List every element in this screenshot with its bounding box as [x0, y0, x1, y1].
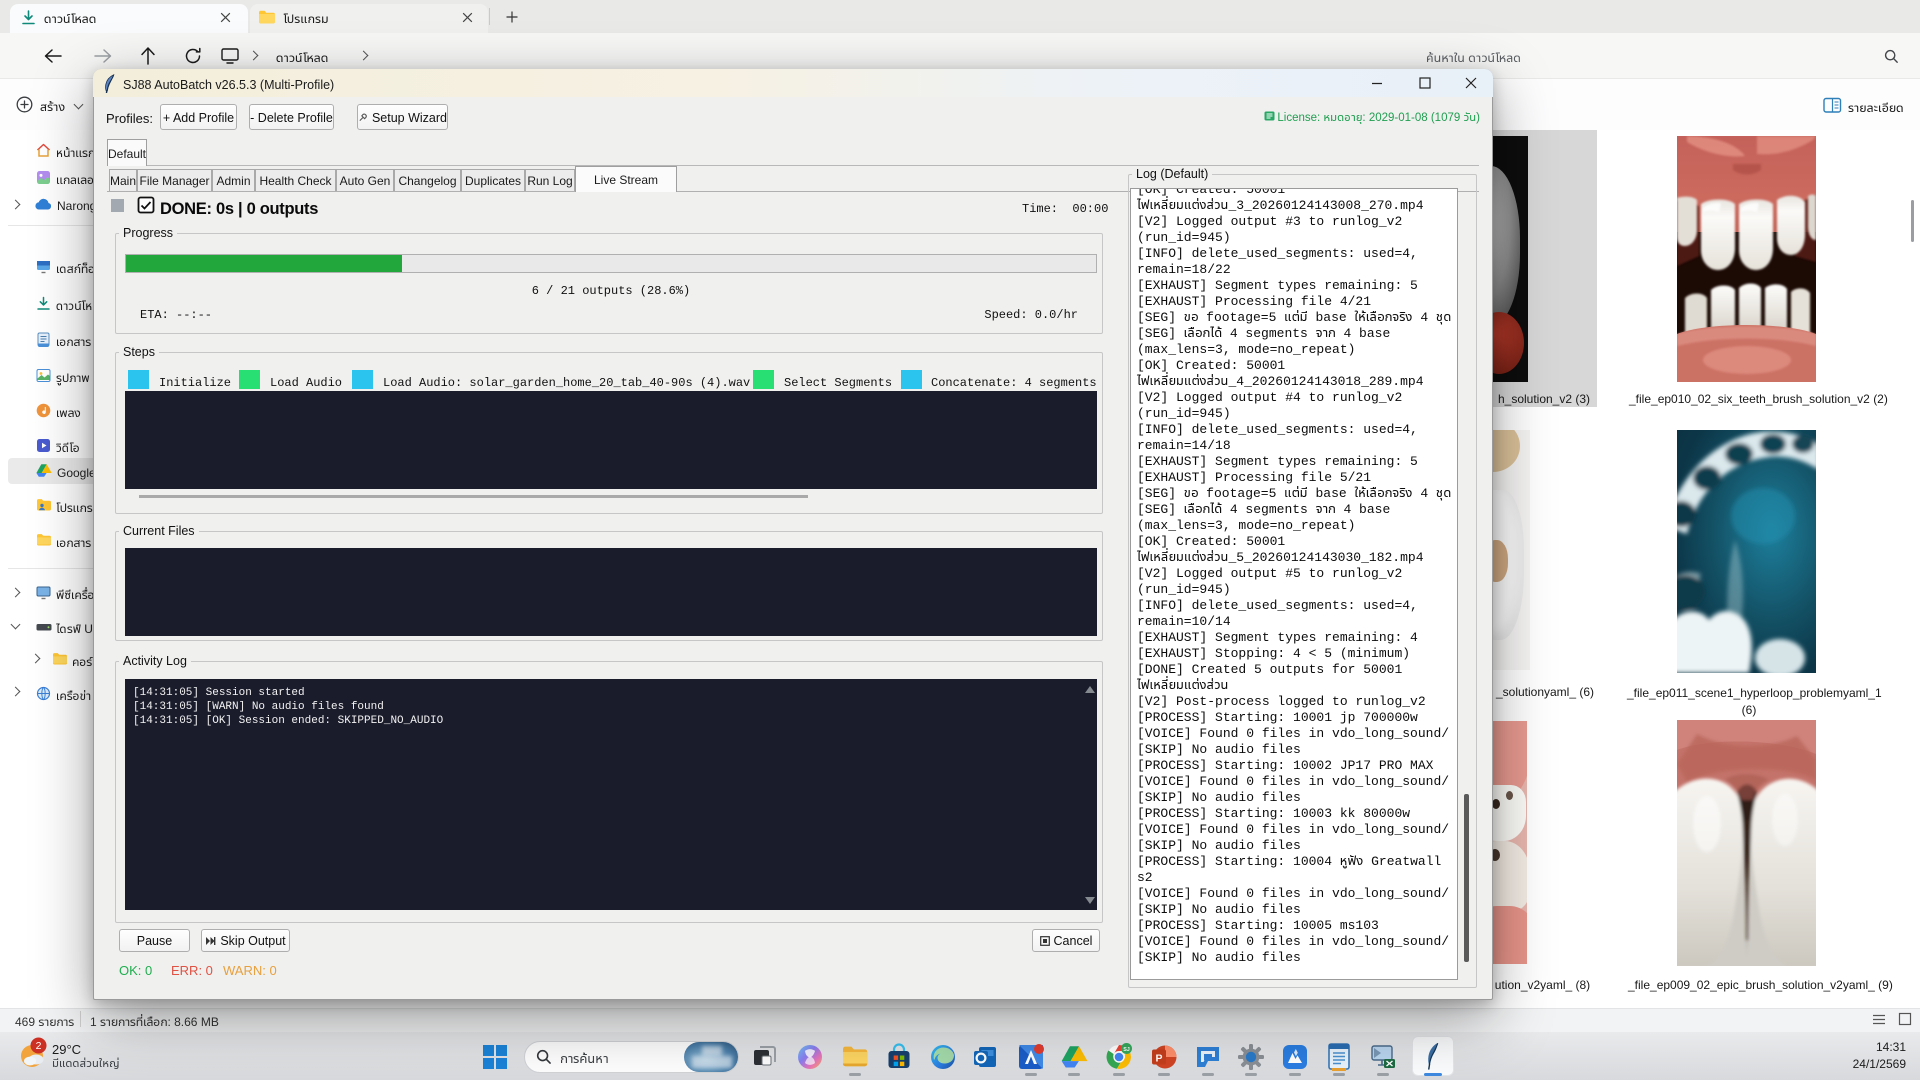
svg-text:2: 2	[36, 1040, 42, 1052]
svg-text:SJ: SJ	[1123, 1047, 1130, 1053]
svg-text:P: P	[1155, 1053, 1162, 1065]
